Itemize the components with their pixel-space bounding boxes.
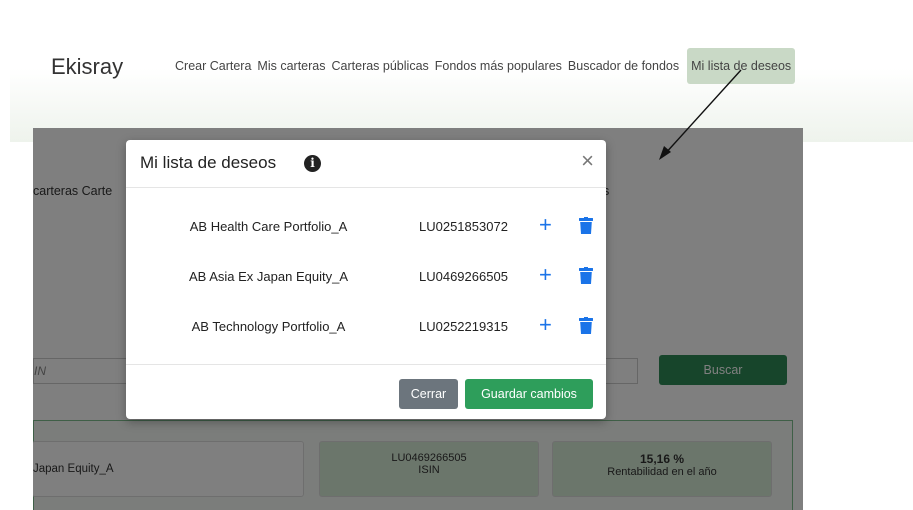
trash-icon[interactable]	[579, 267, 593, 284]
plus-icon[interactable]: +	[539, 313, 552, 337]
close-icon[interactable]: ×	[581, 150, 594, 172]
fund-name: AB Technology Portfolio_A	[191, 319, 346, 334]
close-button[interactable]: Cerrar	[399, 379, 458, 409]
modal-title: Mi lista de deseos	[140, 153, 277, 172]
nav-carteras-publicas[interactable]: Carteras públicas	[332, 59, 429, 73]
fund-isin: LU0251853072	[419, 219, 508, 234]
fund-isin: LU0252219315	[419, 319, 508, 334]
nav-lista-deseos[interactable]: Mi lista de deseos	[687, 48, 796, 84]
plus-icon[interactable]: +	[539, 263, 552, 287]
list-item: AB Health Care Portfolio_A LU0251853072 …	[126, 213, 606, 243]
nav-menu: Crear Cartera Mis carteras Carteras públ…	[175, 48, 801, 84]
nav-crear-cartera[interactable]: Crear Cartera	[175, 59, 251, 73]
fund-name: AB Health Care Portfolio_A	[189, 219, 348, 234]
plus-icon[interactable]: +	[539, 213, 552, 237]
trash-icon[interactable]	[579, 217, 593, 234]
trash-icon[interactable]	[579, 317, 593, 334]
modal-header: Mi lista de deseos i ×	[126, 140, 606, 188]
brand-logo[interactable]: Ekisray	[51, 54, 123, 80]
fund-name: AB Asia Ex Japan Equity_A	[189, 269, 348, 284]
nav-fondos-populares[interactable]: Fondos más populares	[435, 59, 562, 73]
save-changes-button[interactable]: Guardar cambios	[465, 379, 593, 409]
info-icon[interactable]: i	[304, 155, 321, 172]
fund-isin: LU0469266505	[419, 269, 508, 284]
list-item: AB Asia Ex Japan Equity_A LU0469266505 +	[126, 263, 606, 293]
navbar: Ekisray Crear Cartera Mis carteras Carte…	[10, 8, 913, 142]
list-item: AB Technology Portfolio_A LU0252219315 +	[126, 313, 606, 343]
nav-mis-carteras[interactable]: Mis carteras	[257, 59, 325, 73]
wishlist-list: AB Health Care Portfolio_A LU0251853072 …	[126, 188, 606, 365]
modal-footer: Cerrar Guardar cambios	[126, 365, 606, 420]
nav-buscador-fondos[interactable]: Buscador de fondos	[568, 59, 679, 73]
wishlist-modal: Mi lista de deseos i × AB Health Care Po…	[126, 140, 606, 419]
